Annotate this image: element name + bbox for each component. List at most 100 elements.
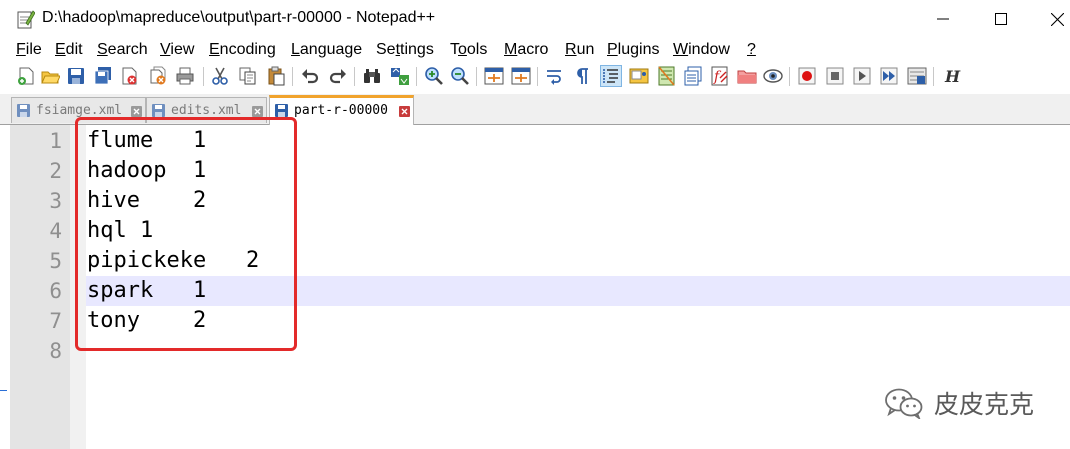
splitter-marker bbox=[0, 390, 7, 391]
stop-recording-icon bbox=[826, 67, 844, 85]
menu-accelerator: V bbox=[160, 41, 171, 58]
record-macro-button[interactable] bbox=[797, 66, 817, 86]
indent-guide-icon bbox=[603, 69, 618, 84]
document-list-button[interactable] bbox=[683, 66, 703, 86]
menu-file[interactable]: File bbox=[16, 41, 42, 59]
menu-window[interactable]: Window bbox=[673, 41, 730, 59]
stop-recording-button[interactable] bbox=[825, 66, 845, 86]
zoom-out-button[interactable] bbox=[450, 66, 470, 86]
maximize-button[interactable] bbox=[978, 0, 1024, 38]
toolbar-separator bbox=[933, 67, 934, 86]
new-file-button[interactable] bbox=[16, 66, 36, 86]
monitoring-button[interactable] bbox=[763, 66, 783, 86]
sync-horizontal-icon bbox=[511, 67, 531, 85]
heading-icon: H bbox=[944, 67, 961, 86]
language-udl-icon bbox=[629, 68, 649, 84]
menu-label-rest: ile bbox=[25, 41, 42, 58]
cut-button[interactable] bbox=[210, 66, 230, 86]
menu-label-rest: dit bbox=[65, 41, 83, 58]
menu-bar: File Edit Search View Encoding Language Settin… bbox=[0, 38, 1070, 62]
watermark: 皮皮克克 bbox=[884, 385, 1034, 421]
menu-accelerator: o bbox=[458, 41, 467, 58]
paste-icon bbox=[268, 66, 285, 86]
saved-file-icon bbox=[275, 104, 288, 117]
close-icon bbox=[1050, 12, 1064, 26]
redo-icon bbox=[329, 69, 346, 84]
tab-label: part-r-00000 bbox=[294, 103, 388, 118]
run-macro-multiple-button[interactable] bbox=[879, 66, 899, 86]
document-map-button[interactable] bbox=[657, 66, 677, 86]
replace-button[interactable] bbox=[390, 66, 410, 86]
line-number: 3 bbox=[49, 189, 62, 213]
menu-label-rest: un bbox=[576, 41, 595, 58]
menu-language[interactable]: Language bbox=[291, 41, 362, 59]
line-number: 5 bbox=[49, 249, 62, 273]
toolbar-separator bbox=[354, 67, 355, 86]
close-all-button[interactable] bbox=[148, 66, 168, 86]
menu-help[interactable]: ? bbox=[747, 41, 756, 59]
tab-close-icon[interactable] bbox=[399, 106, 410, 117]
print-icon bbox=[176, 67, 194, 85]
heading-button[interactable]: H bbox=[941, 66, 961, 86]
menu-run[interactable]: Run bbox=[565, 41, 594, 59]
maximize-icon bbox=[995, 13, 1007, 25]
undo-button[interactable] bbox=[300, 66, 320, 86]
minimize-button[interactable] bbox=[920, 0, 966, 38]
minimize-icon bbox=[937, 18, 949, 20]
close-all-icon bbox=[150, 66, 166, 85]
tab-close-icon[interactable] bbox=[252, 106, 263, 117]
menu-tools[interactable]: Tools bbox=[450, 41, 487, 59]
document-list-icon bbox=[684, 66, 702, 86]
tab-label: fsiamge.xml bbox=[36, 103, 123, 118]
zoom-out-icon bbox=[451, 67, 469, 85]
menu-label-rest: ols bbox=[466, 41, 488, 58]
annotation-highlight-box bbox=[75, 117, 297, 351]
zoom-in-button[interactable] bbox=[424, 66, 444, 86]
show-all-characters-button[interactable] bbox=[573, 66, 593, 86]
save-button[interactable] bbox=[66, 66, 86, 86]
editor-left-edge bbox=[0, 125, 10, 449]
notepad-plus-plus-icon bbox=[17, 10, 35, 29]
menu-edit[interactable]: Edit bbox=[55, 41, 83, 59]
menu-search[interactable]: Search bbox=[97, 41, 148, 59]
menu-label-rest: tings bbox=[400, 41, 434, 58]
folder-as-workspace-button[interactable] bbox=[737, 66, 757, 86]
open-file-button[interactable] bbox=[40, 66, 61, 86]
new-file-icon bbox=[18, 67, 34, 85]
indent-guide-button[interactable] bbox=[600, 65, 622, 87]
menu-macro[interactable]: Macro bbox=[504, 41, 548, 59]
paste-button[interactable] bbox=[266, 66, 286, 86]
close-button[interactable] bbox=[1034, 0, 1070, 38]
menu-label-prefix: Se bbox=[376, 41, 396, 58]
sync-horizontal-button[interactable] bbox=[511, 66, 531, 86]
line-number: 8 bbox=[49, 339, 62, 363]
menu-view[interactable]: View bbox=[160, 41, 194, 59]
menu-label-prefix: T bbox=[450, 41, 458, 58]
function-list-icon: f bbox=[711, 66, 728, 86]
toolbar-separator bbox=[537, 67, 538, 86]
save-macro-icon bbox=[907, 67, 927, 85]
menu-label-rest: earch bbox=[107, 41, 148, 58]
menu-plugins[interactable]: Plugins bbox=[607, 41, 659, 59]
save-macro-button[interactable] bbox=[907, 66, 927, 86]
line-number: 7 bbox=[49, 309, 62, 333]
close-button[interactable] bbox=[119, 66, 139, 86]
folder-as-workspace-icon bbox=[737, 70, 757, 84]
language-udl-button[interactable] bbox=[629, 66, 649, 86]
word-wrap-button[interactable] bbox=[545, 66, 565, 86]
tab-close-icon[interactable] bbox=[131, 106, 142, 117]
sync-vertical-icon bbox=[484, 67, 504, 85]
undo-icon bbox=[302, 69, 319, 84]
redo-button[interactable] bbox=[328, 66, 348, 86]
find-button[interactable] bbox=[362, 66, 382, 86]
sync-vertical-button[interactable] bbox=[484, 66, 504, 86]
menu-accelerator: E bbox=[55, 41, 66, 58]
save-all-button[interactable] bbox=[93, 66, 113, 86]
copy-button[interactable] bbox=[238, 66, 258, 86]
print-button[interactable] bbox=[175, 66, 195, 86]
menu-settings[interactable]: Settings bbox=[376, 41, 434, 59]
function-list-button[interactable]: f bbox=[710, 66, 730, 86]
play-macro-button[interactable] bbox=[852, 66, 872, 86]
zoom-in-icon bbox=[425, 67, 443, 85]
menu-encoding[interactable]: Encoding bbox=[209, 41, 276, 59]
